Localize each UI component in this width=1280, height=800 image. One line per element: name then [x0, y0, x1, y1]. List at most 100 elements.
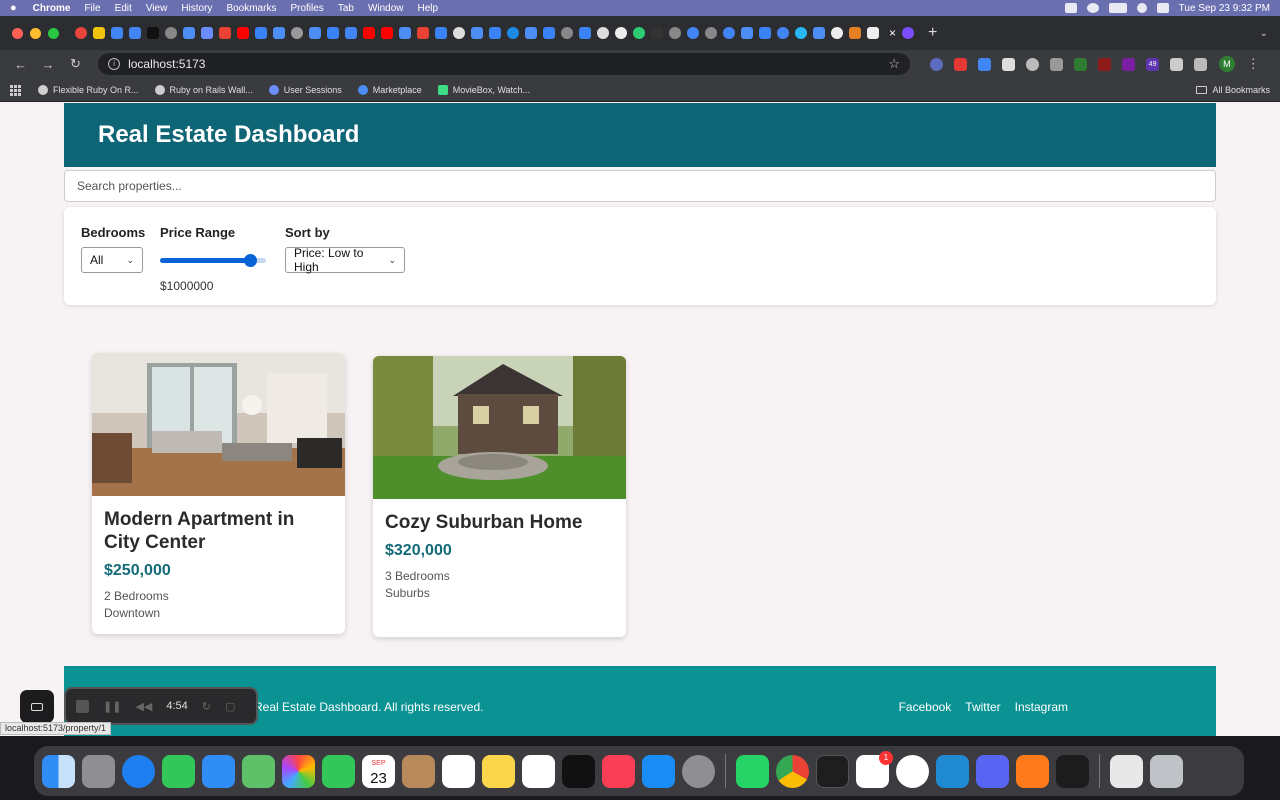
menu-view[interactable]: View — [146, 3, 168, 14]
tab-favicon[interactable] — [75, 27, 87, 39]
apple-icon[interactable]: ● — [10, 2, 17, 14]
menu-file[interactable]: File — [84, 3, 100, 14]
tab-favicon[interactable] — [255, 27, 267, 39]
trash-icon[interactable]: ▢ — [225, 700, 235, 713]
extension-icon[interactable] — [1122, 57, 1136, 71]
battery-icon[interactable] — [1108, 3, 1127, 13]
apartment-photo[interactable] — [92, 353, 345, 496]
all-bookmarks-button[interactable]: All Bookmarks — [1196, 85, 1270, 95]
sort-select[interactable]: Price: Low to High ⌄ — [285, 246, 405, 274]
menu-app-chrome[interactable]: Chrome — [33, 3, 71, 14]
spotlight-icon[interactable] — [1136, 3, 1147, 13]
system-settings-icon[interactable] — [682, 754, 715, 788]
tab-favicon[interactable] — [291, 27, 303, 39]
site-info-icon[interactable]: i — [108, 58, 121, 70]
tab-favicon[interactable] — [453, 27, 465, 39]
forward-arrow-icon[interactable]: → — [37, 57, 58, 72]
tab-favicon[interactable] — [471, 27, 483, 39]
apps-grid-icon[interactable] — [10, 84, 21, 96]
tab-favicon[interactable] — [273, 27, 285, 39]
minimize-window-button[interactable] — [30, 27, 41, 39]
maps-icon[interactable] — [242, 754, 275, 788]
tab-favicon[interactable] — [687, 27, 699, 39]
bookmark-star-icon[interactable]: ☆ — [888, 56, 900, 72]
chrome-menu-icon[interactable]: ⋮ — [1243, 56, 1264, 72]
tab-favicon[interactable] — [831, 27, 843, 39]
tab-favicon[interactable] — [579, 27, 591, 39]
address-bar[interactable]: i localhost:5173 ☆ — [98, 53, 911, 75]
menu-edit[interactable]: Edit — [115, 3, 132, 14]
property-card[interactable]: Modern Apartment in City Center $250,000… — [92, 353, 345, 634]
notes-icon[interactable] — [482, 754, 515, 788]
rewind-icon[interactable]: ◀◀ — [135, 700, 152, 713]
property-title[interactable]: Modern Apartment in City Center — [104, 508, 333, 554]
messages-icon[interactable] — [162, 754, 195, 788]
tab-favicon[interactable] — [633, 27, 645, 39]
search-input[interactable] — [64, 170, 1216, 202]
tab-favicon[interactable] — [525, 27, 537, 39]
url-text[interactable]: localhost:5173 — [128, 57, 205, 71]
new-tab-button[interactable]: + — [928, 24, 937, 42]
profile-avatar[interactable]: M — [1219, 56, 1235, 72]
chrome-icon[interactable] — [776, 754, 809, 788]
tab-favicon[interactable] — [399, 27, 411, 39]
control-center-icon[interactable] — [1156, 3, 1169, 13]
close-window-button[interactable] — [12, 27, 23, 39]
tab-favicon[interactable] — [111, 27, 123, 39]
close-tab-icon[interactable]: × — [889, 26, 896, 40]
tab-favicon[interactable] — [741, 27, 753, 39]
safari-icon[interactable] — [122, 754, 155, 788]
menubar-datetime[interactable]: Tue Sep 23 9:32 PM — [1179, 3, 1270, 14]
extension-badge[interactable]: 49 — [1146, 57, 1160, 71]
facebook-link[interactable]: Facebook — [899, 700, 952, 714]
tab-favicon[interactable] — [363, 27, 375, 39]
tab-favicon[interactable] — [309, 27, 321, 39]
tab-favicon[interactable] — [381, 27, 393, 39]
bookmark-item[interactable]: Flexible Ruby On R... — [38, 84, 139, 95]
terminal-icon[interactable] — [816, 754, 849, 788]
tab-favicon[interactable] — [849, 27, 861, 39]
extension-icon[interactable] — [978, 57, 992, 71]
tab-favicon[interactable] — [129, 27, 141, 39]
tab-favicon[interactable] — [435, 27, 447, 39]
property-card[interactable]: Cozy Suburban Home $320,000 3 Bedrooms S… — [373, 356, 626, 637]
tab-favicon[interactable] — [345, 27, 357, 39]
bedrooms-select[interactable]: All ⌄ — [81, 247, 143, 273]
tab-favicon[interactable] — [867, 27, 879, 39]
tab-favicon[interactable] — [237, 27, 249, 39]
contacts-icon[interactable] — [402, 754, 435, 788]
menu-help[interactable]: Help — [418, 3, 439, 14]
tab-favicon[interactable] — [813, 27, 825, 39]
extension-icon[interactable] — [1050, 57, 1064, 71]
tab-favicon[interactable] — [183, 27, 195, 39]
pause-icon[interactable]: ❚❚ — [103, 700, 121, 713]
recorder-camera-button[interactable] — [20, 690, 54, 723]
launchpad-icon[interactable] — [82, 754, 115, 788]
tab-favicon[interactable] — [327, 27, 339, 39]
tab-favicon[interactable] — [669, 27, 681, 39]
menu-window[interactable]: Window — [368, 3, 404, 14]
extension-icon[interactable] — [1098, 57, 1112, 71]
zoom-window-button[interactable] — [48, 27, 59, 39]
color-picker-icon[interactable] — [1002, 57, 1016, 71]
freeform-icon[interactable] — [522, 754, 555, 788]
menu-tab[interactable]: Tab — [338, 3, 354, 14]
finder-icon[interactable] — [42, 754, 75, 788]
screen-icon[interactable] — [1064, 3, 1077, 13]
tab-favicon[interactable] — [795, 27, 807, 39]
back-arrow-icon[interactable]: ← — [10, 57, 31, 72]
bookmark-item[interactable]: MovieBox, Watch... — [437, 84, 530, 95]
adblock-icon[interactable] — [954, 57, 968, 71]
tab-favicon[interactable] — [705, 27, 717, 39]
tab-favicon[interactable] — [93, 27, 105, 39]
instagram-link[interactable]: Instagram — [1015, 700, 1068, 714]
price-range-slider[interactable] — [160, 247, 266, 273]
twitter-link[interactable]: Twitter — [965, 700, 1000, 714]
clock-icon[interactable] — [896, 754, 929, 788]
tab-favicon[interactable] — [489, 27, 501, 39]
property-title[interactable]: Cozy Suburban Home — [385, 511, 614, 534]
tab-favicon[interactable] — [543, 27, 555, 39]
tab-favicon[interactable] — [651, 27, 663, 39]
tab-favicon[interactable] — [147, 27, 159, 39]
apple-tv-icon[interactable] — [562, 754, 595, 788]
